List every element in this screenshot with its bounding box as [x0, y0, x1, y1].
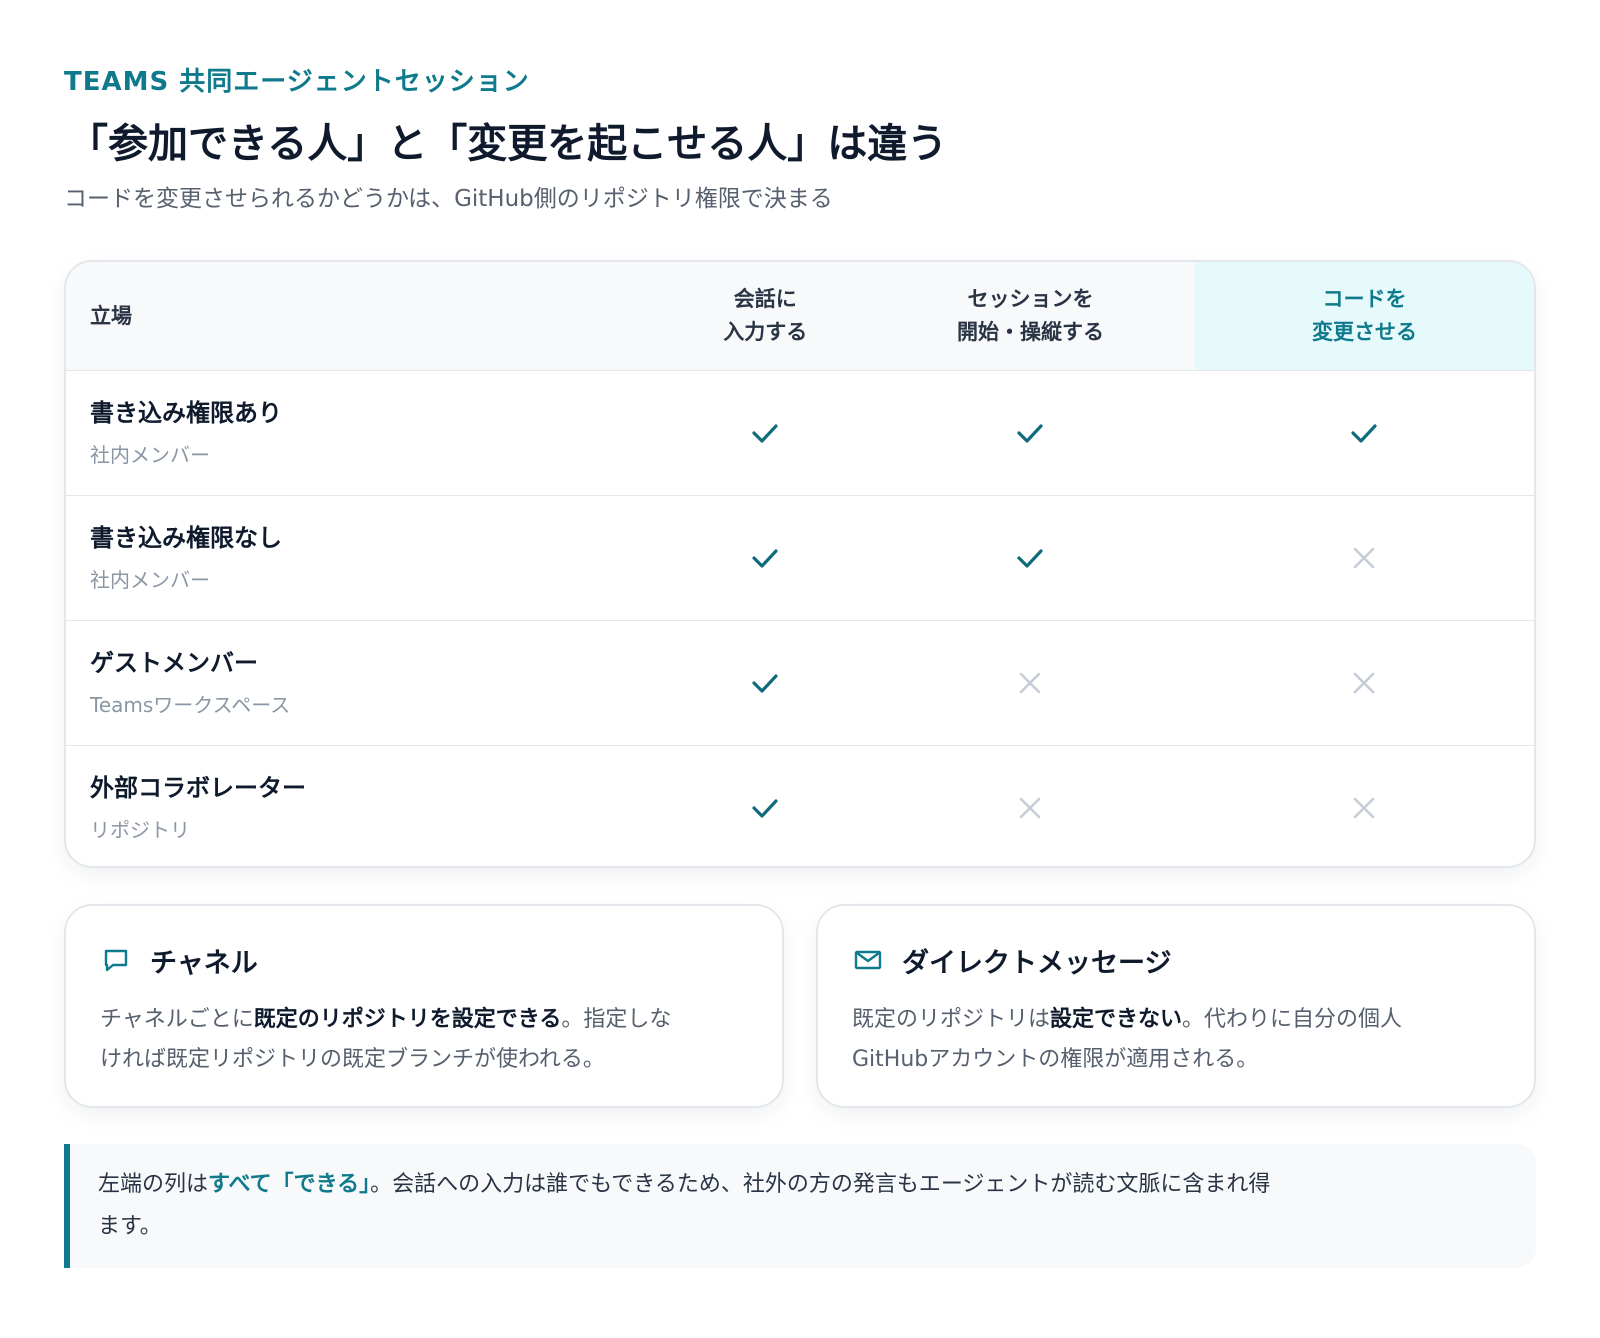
callout-note: 左端の列はすべて「できる」。会話への入力は誰でもできるため、社外の方の発言もエー…: [64, 1144, 1536, 1268]
matrix-header-row: 立場 会話に 入力する セッションを 開始・操縦する コードを 変更させる: [66, 262, 1534, 370]
cross-icon: [1350, 794, 1378, 822]
check-icon: [749, 667, 781, 699]
cross-icon: [1016, 669, 1044, 697]
header-code-change: コードを 変更させる: [1311, 287, 1417, 344]
role-scope: リポジトリ: [90, 818, 190, 842]
dm-card: ダイレクトメッセージ 既定のリポジトリは設定できない。代わりに自分の個人 Git…: [816, 904, 1536, 1108]
page-title: 「参加できる人」と「変更を起こせる人」は違う: [68, 121, 948, 167]
check-icon: [1014, 417, 1046, 449]
cross-icon: [1016, 794, 1044, 822]
context-cards: チャネル チャネルごとに既定のリポジトリを設定できる。指定しな ければ既定リポジ…: [64, 904, 1536, 1108]
matrix-row: 書き込み権限なし 社内メンバー: [66, 495, 1534, 620]
envelope-icon: [852, 944, 884, 976]
check-icon: [1348, 417, 1380, 449]
dm-card-title: ダイレクトメッセージ: [902, 947, 1172, 979]
channel-card-body: チャネルごとに既定のリポジトリを設定できる。指定しな ければ既定リポジトリの既定…: [100, 1007, 672, 1072]
channel-card: チャネル チャネルごとに既定のリポジトリを設定できる。指定しな ければ既定リポジ…: [64, 904, 784, 1108]
check-icon: [749, 792, 781, 824]
role-scope: 社内メンバー: [90, 568, 210, 592]
permission-matrix: 立場 会話に 入力する セッションを 開始・操縦する コードを 変更させる 書き…: [64, 260, 1536, 868]
channel-card-title: チャネル: [150, 947, 258, 979]
check-icon: [749, 542, 781, 574]
role-name: 書き込み権限あり: [90, 399, 282, 427]
role-name: 書き込み権限なし: [90, 524, 282, 552]
matrix-row: 書き込み権限あり 社内メンバー: [66, 370, 1534, 495]
header-session: セッションを 開始・操縦する: [956, 287, 1104, 344]
check-icon: [1014, 542, 1046, 574]
role-scope: 社内メンバー: [90, 443, 210, 467]
role-scope: Teamsワークスペース: [90, 693, 291, 717]
check-icon: [749, 417, 781, 449]
header-input: 会話に 入力する: [723, 287, 808, 344]
page: TEAMS 共同エージェントセッション 「参加できる人」と「変更を起こせる人」は…: [0, 0, 1600, 1338]
dm-card-body: 既定のリポジトリは設定できない。代わりに自分の個人 GitHubアカウントの権限…: [852, 1007, 1403, 1072]
cross-icon: [1350, 669, 1378, 697]
header-role: 立場: [90, 303, 132, 328]
eyebrow: TEAMS 共同エージェントセッション: [64, 67, 530, 97]
page-subtitle: コードを変更させられるかどうかは、GitHub側のリポジトリ権限で決まる: [64, 186, 833, 212]
cross-icon: [1350, 544, 1378, 572]
role-name: ゲストメンバー: [90, 649, 258, 677]
matrix-row: 外部コラボレーター リポジトリ: [66, 745, 1534, 866]
chat-bubble-icon: [100, 944, 132, 976]
matrix-row: ゲストメンバー Teamsワークスペース: [66, 620, 1534, 745]
role-name: 外部コラボレーター: [90, 774, 306, 802]
